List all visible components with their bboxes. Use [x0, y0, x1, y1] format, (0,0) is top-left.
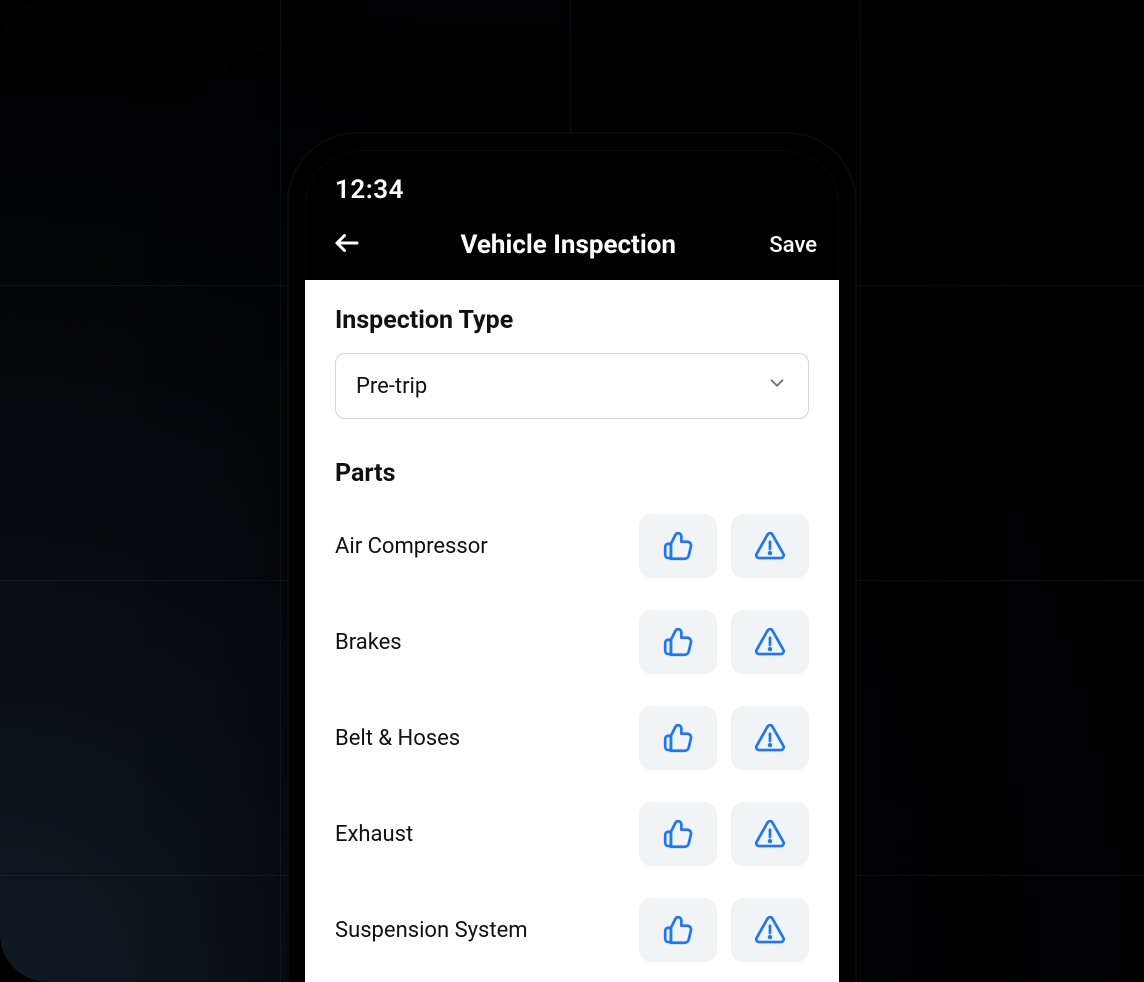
part-row: Exhaust: [335, 794, 809, 890]
thumbs-up-icon: [661, 625, 695, 659]
app-header: Vehicle Inspection Save: [305, 210, 839, 280]
part-warn-button[interactable]: [731, 898, 809, 962]
part-row: Belt & Hoses: [335, 698, 809, 794]
thumbs-up-icon: [661, 721, 695, 755]
part-ok-button[interactable]: [639, 706, 717, 770]
phone-mockup: 12:34 Vehicle Inspection Save Inspection…: [287, 132, 857, 982]
part-name: Exhaust: [335, 822, 413, 847]
part-ok-button[interactable]: [639, 898, 717, 962]
screen-content: Inspection Type Pre-trip Parts Air Compr…: [305, 280, 839, 982]
inspection-type-select[interactable]: Pre-trip: [335, 353, 809, 419]
warning-triangle-icon: [753, 529, 787, 563]
part-actions: [639, 898, 809, 962]
warning-triangle-icon: [753, 817, 787, 851]
part-actions: [639, 514, 809, 578]
part-name: Air Compressor: [335, 534, 488, 559]
warning-triangle-icon: [753, 625, 787, 659]
part-actions: [639, 706, 809, 770]
parts-title: Parts: [335, 459, 809, 488]
warning-triangle-icon: [753, 721, 787, 755]
warning-triangle-icon: [753, 913, 787, 947]
arrow-left-icon: [332, 228, 362, 262]
part-warn-button[interactable]: [731, 706, 809, 770]
background-card: 12:34 Vehicle Inspection Save Inspection…: [0, 0, 1144, 982]
part-name: Suspension System: [335, 918, 528, 943]
thumbs-up-icon: [661, 529, 695, 563]
inspection-type-value: Pre-trip: [356, 374, 427, 399]
part-actions: [639, 802, 809, 866]
part-row: Air Compressor: [335, 506, 809, 602]
part-name: Brakes: [335, 630, 402, 655]
status-bar: 12:34: [305, 150, 839, 210]
chevron-down-icon: [766, 372, 788, 400]
part-warn-button[interactable]: [731, 514, 809, 578]
part-ok-button[interactable]: [639, 802, 717, 866]
thumbs-up-icon: [661, 913, 695, 947]
thumbs-up-icon: [661, 817, 695, 851]
part-ok-button[interactable]: [639, 514, 717, 578]
status-time: 12:34: [335, 175, 404, 205]
phone-screen: 12:34 Vehicle Inspection Save Inspection…: [305, 150, 839, 982]
part-warn-button[interactable]: [731, 802, 809, 866]
part-row: Brakes: [335, 602, 809, 698]
part-actions: [639, 610, 809, 674]
part-row: Suspension System: [335, 890, 809, 982]
page-title: Vehicle Inspection: [367, 230, 769, 260]
part-name: Belt & Hoses: [335, 726, 460, 751]
part-warn-button[interactable]: [731, 610, 809, 674]
save-button[interactable]: Save: [769, 233, 817, 258]
back-button[interactable]: [327, 225, 367, 265]
part-ok-button[interactable]: [639, 610, 717, 674]
inspection-type-title: Inspection Type: [335, 306, 809, 335]
